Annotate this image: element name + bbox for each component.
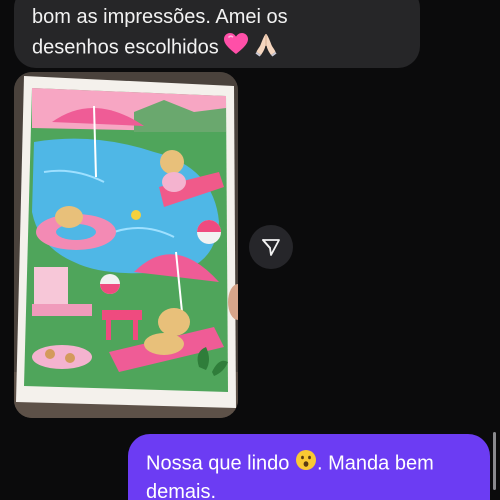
outgoing-message-line-1-text: Nossa que lindo bbox=[146, 452, 290, 475]
share-button[interactable] bbox=[249, 225, 293, 269]
incoming-message-line-1: bom as impressões. Amei os bbox=[32, 6, 288, 28]
shared-photo[interactable] bbox=[14, 72, 238, 418]
chat-screen: bom as impressões. Amei os desenhos esco… bbox=[0, 0, 500, 500]
outgoing-message-bubble[interactable]: Nossa que lindo . Manda bem demais. bbox=[128, 434, 490, 500]
folded-hands-icon bbox=[253, 31, 279, 65]
coloring-book-photo-icon bbox=[14, 72, 238, 418]
outgoing-message-line-2: demais. bbox=[146, 481, 217, 500]
incoming-message-line-2-text: desenhos escolhidos bbox=[32, 36, 219, 59]
scrollbar[interactable] bbox=[493, 432, 496, 490]
incoming-message-line-2: desenhos escolhidos bbox=[32, 31, 402, 65]
outgoing-message-line-1: Nossa que lindo . Manda bem bbox=[146, 449, 474, 479]
outgoing-message-line-1-tail: . Manda bem bbox=[317, 452, 434, 475]
incoming-message-bubble[interactable]: bom as impressões. Amei os desenhos esco… bbox=[14, 0, 420, 68]
send-arrow-icon bbox=[262, 239, 280, 256]
astonished-face-icon bbox=[295, 449, 317, 479]
pink-heart-icon bbox=[223, 32, 249, 64]
